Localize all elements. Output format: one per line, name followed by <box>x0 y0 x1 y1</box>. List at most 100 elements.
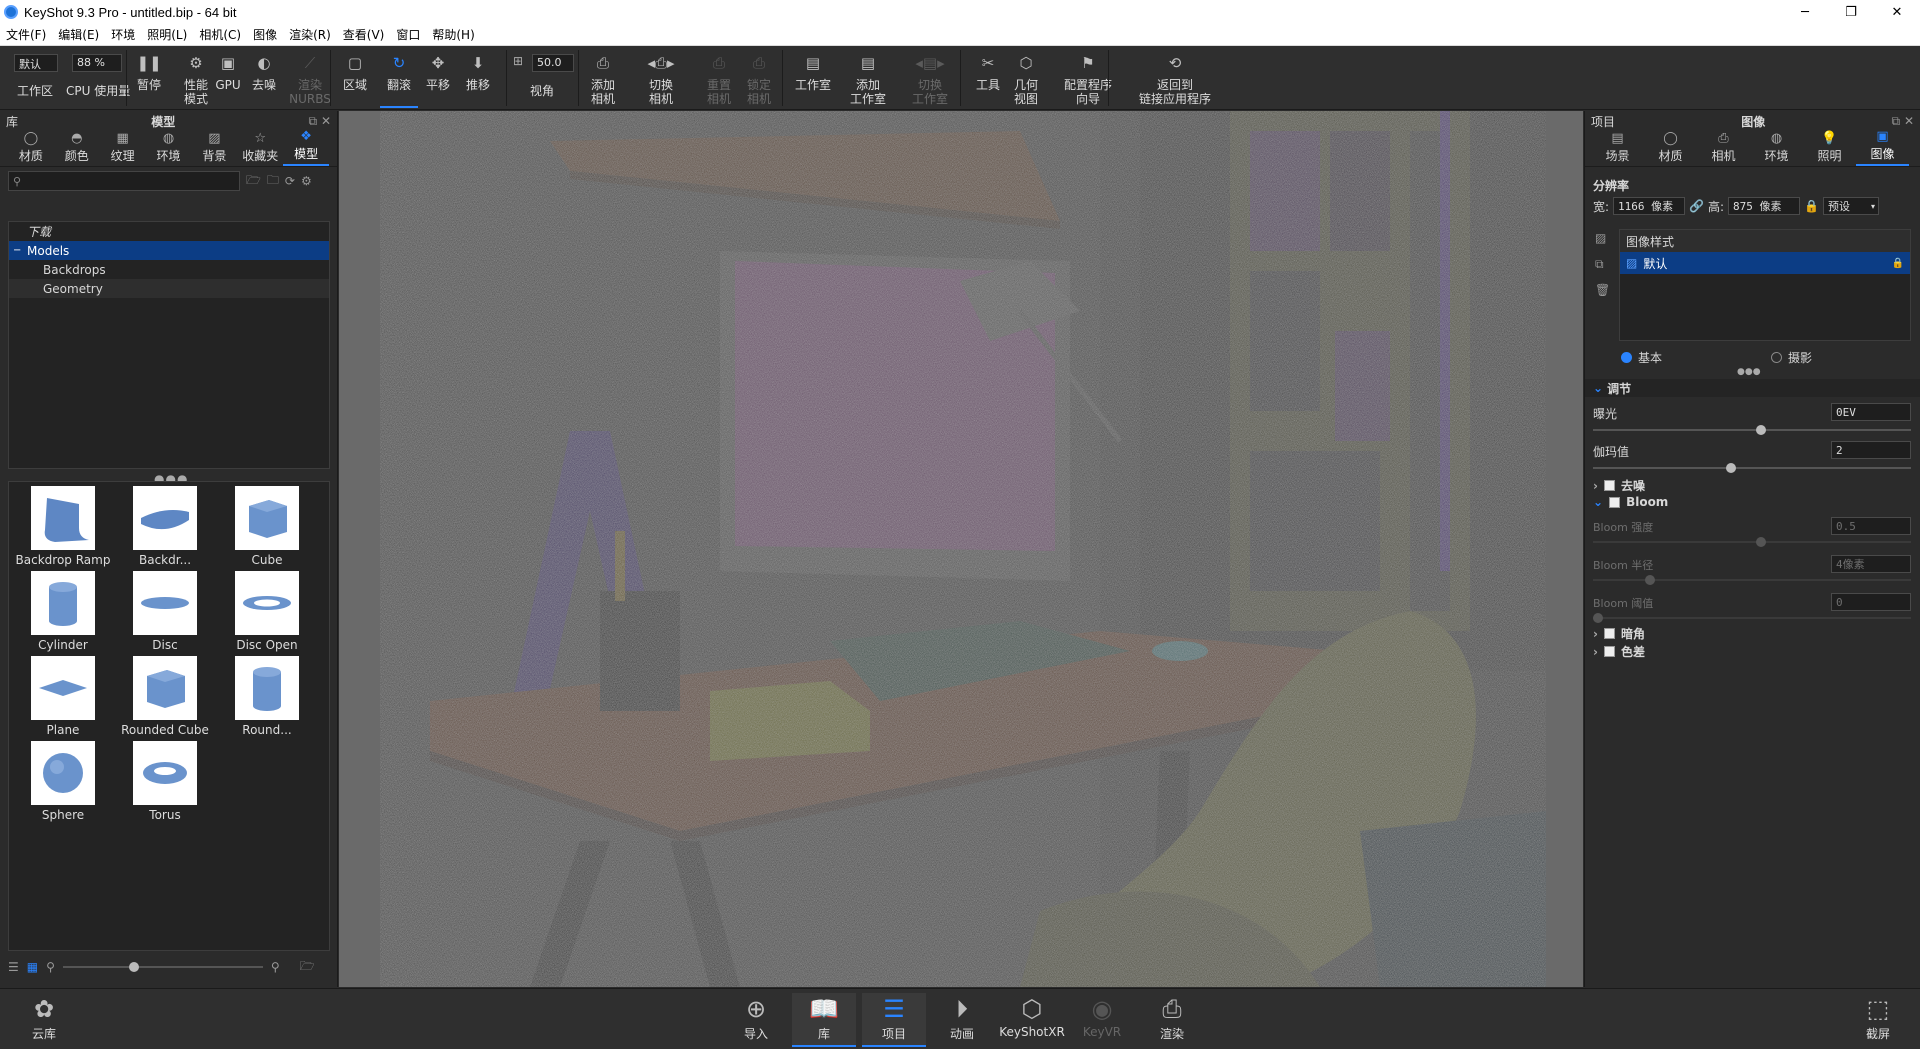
menu-window[interactable]: 窗口 <box>390 26 426 43</box>
library-tab[interactable]: ▨ 背景 <box>191 131 237 166</box>
lock-icon[interactable]: 🔒 <box>1892 258 1904 269</box>
exposure-slider[interactable] <box>1593 425 1911 435</box>
chromatic-aberration-checkbox[interactable] <box>1603 646 1615 657</box>
menu-environment[interactable]: 环境 <box>105 26 141 43</box>
ribbon-button[interactable]: ⏵ 动画 <box>930 993 994 1047</box>
toolbar-reset-camera-button[interactable]: ⎙ 重置 相机 <box>700 48 738 108</box>
panel-close-icon[interactable]: ✕ <box>1904 114 1914 128</box>
menu-render[interactable]: 渲染(R) <box>283 26 337 43</box>
ribbon-button[interactable]: ⎙ 渲染 <box>1140 993 1204 1047</box>
toolbar-denoise-button[interactable]: ◐ 去噪 <box>248 48 280 108</box>
bloom-intensity-slider[interactable] <box>1593 537 1911 547</box>
project-tab[interactable]: ▤ 场景 <box>1591 131 1644 166</box>
toolbar-switch-camera-button[interactable]: ◂⎙▸ 切换 相机 <box>640 48 682 108</box>
bloom-intensity-input[interactable]: 0.5 <box>1831 517 1911 535</box>
menu-help[interactable]: 帮助(H) <box>426 26 480 43</box>
cloud-library-button[interactable]: ✿ 云库 <box>12 993 76 1047</box>
bloom-threshold-input[interactable]: 0 <box>1831 593 1911 611</box>
toolbar-pause-button[interactable]: ❚❚ 暂停 <box>135 48 163 108</box>
vignette-checkbox[interactable] <box>1603 628 1615 639</box>
model-thumbnail[interactable]: Sphere <box>13 741 113 825</box>
workspace-select[interactable]: 默认 <box>14 54 58 72</box>
screenshot-button[interactable]: ⬚ 截屏 <box>1846 993 1910 1047</box>
ribbon-button[interactable]: ⊕ 导入 <box>724 993 788 1047</box>
library-tab[interactable]: ◍ 环境 <box>146 131 192 166</box>
basic-mode-radio[interactable] <box>1621 352 1632 363</box>
gamma-slider[interactable] <box>1593 463 1911 473</box>
refresh-icon[interactable]: ⟳ <box>285 174 295 188</box>
chevron-right-icon[interactable]: › <box>1593 627 1598 641</box>
bloom-checkbox[interactable] <box>1609 496 1621 508</box>
lock-icon[interactable]: 🔒 <box>1804 199 1819 213</box>
folder-add-icon[interactable]: 🗀 <box>267 171 279 192</box>
chevron-right-icon[interactable]: › <box>1593 479 1598 493</box>
fov-input[interactable]: 50.0 <box>532 54 574 72</box>
gamma-input[interactable]: 2 <box>1831 441 1911 459</box>
toolbar-perf-button[interactable]: ⚙ 性能 模式 <box>176 48 216 108</box>
toolbar-pan-button[interactable]: ✥ 平移 <box>420 48 456 108</box>
bloom-radius-input[interactable]: 4像素 <box>1831 555 1911 573</box>
project-tab[interactable]: 💡 照明 <box>1803 131 1856 166</box>
toolbar-lock-camera-button[interactable]: ⎙ 锁定 相机 <box>740 48 778 108</box>
toolbar-tools-button[interactable]: ✂ 工具 <box>970 48 1006 108</box>
menu-lighting[interactable]: 照明(L) <box>141 26 193 43</box>
tree-item[interactable]: Geometry <box>9 279 329 298</box>
menu-file[interactable]: 文件(F) <box>0 26 52 43</box>
minimize-button[interactable]: ─ <box>1782 0 1828 24</box>
chevron-down-icon[interactable]: ⌄ <box>1593 495 1603 509</box>
library-tab[interactable]: ▦ 纹理 <box>100 131 146 166</box>
project-tab[interactable]: ◍ 环境 <box>1750 131 1803 166</box>
splitter-handle[interactable]: ●●● <box>1737 367 1761 377</box>
link-icon[interactable]: 🔗 <box>1689 199 1704 213</box>
toolbar-geo-view-button[interactable]: ⬡ 几何 视图 <box>1008 48 1044 108</box>
menu-camera[interactable]: 相机(C) <box>193 26 247 43</box>
ribbon-button[interactable]: ☰ 项目 <box>862 993 926 1047</box>
library-tab[interactable]: ◓ 颜色 <box>54 131 100 166</box>
toolbar-return-linked-button[interactable]: ⟲ 返回到 链接应用程序 <box>1122 48 1228 108</box>
photo-mode-radio[interactable] <box>1771 352 1782 363</box>
tree-item[interactable]: − Models <box>9 241 329 260</box>
model-thumbnail[interactable]: Disc <box>115 571 215 655</box>
menu-edit[interactable]: 编辑(E) <box>52 26 105 43</box>
ribbon-button[interactable]: 📖 库 <box>792 993 856 1047</box>
model-thumbnail[interactable]: Disc Open <box>217 571 317 655</box>
menu-image[interactable]: 图像 <box>247 26 283 43</box>
bloom-radius-slider[interactable] <box>1593 575 1911 585</box>
ribbon-button[interactable]: ◉ KeyVR <box>1070 993 1134 1047</box>
cpu-usage-select[interactable]: 88 % <box>72 54 122 72</box>
toolbar-dolly-button[interactable]: ⬇ 推移 <box>460 48 496 108</box>
model-thumbnail[interactable]: Cube <box>217 486 317 570</box>
adjust-section[interactable]: ⌄ 调节 <box>1585 379 1920 397</box>
delete-style-icon[interactable]: 🗑 <box>1595 283 1610 297</box>
project-tab[interactable]: ◯ 材质 <box>1644 131 1697 166</box>
model-thumbnail[interactable]: Cylinder <box>13 571 113 655</box>
toolbar-gpu-button[interactable]: ▣ GPU <box>212 48 244 108</box>
new-style-icon[interactable]: ▨ <box>1595 231 1606 245</box>
toolbar-region-button[interactable]: ▢ 区域 <box>338 48 372 108</box>
folder-open-icon[interactable]: 🗁 <box>246 171 261 192</box>
exposure-input[interactable]: 0EV <box>1831 403 1911 421</box>
ribbon-button[interactable]: ⬡ KeyShotXR <box>999 993 1065 1047</box>
model-thumbnail[interactable]: Plane <box>13 656 113 740</box>
tree-item[interactable]: Backdrops <box>9 260 329 279</box>
chevron-right-icon[interactable]: › <box>1593 645 1598 659</box>
image-style-item[interactable]: ▨ 默认 🔒 <box>1620 252 1910 274</box>
denoise-checkbox[interactable] <box>1603 480 1615 491</box>
maximize-button[interactable]: ❐ <box>1828 0 1874 24</box>
model-thumbnail[interactable]: Backdrop Ramp <box>13 486 113 570</box>
library-tab[interactable]: ☆ 收藏夹 <box>237 131 283 166</box>
render-viewport[interactable] <box>380 111 1546 987</box>
duplicate-style-icon[interactable]: ⧉ <box>1595 257 1604 272</box>
height-input[interactable]: 875 像素 <box>1728 197 1801 215</box>
close-button[interactable]: ✕ <box>1874 0 1920 24</box>
toolbar-nurbs-button[interactable]: ⟋ 渲染 NURBS <box>289 48 331 108</box>
bloom-threshold-slider[interactable] <box>1593 613 1911 623</box>
toolbar-add-studio-button[interactable]: ▤ 添加 工作室 <box>846 48 890 108</box>
library-tab[interactable]: ❖ 模型 <box>283 129 330 166</box>
toolbar-add-camera-button[interactable]: ⎙ 添加 相机 <box>584 48 622 108</box>
project-tab[interactable]: ▣ 图像 <box>1856 129 1909 166</box>
menu-view[interactable]: 查看(V) <box>337 26 391 43</box>
project-tab[interactable]: ⎙ 相机 <box>1697 131 1750 166</box>
tree-item[interactable]: 下载 <box>9 222 329 241</box>
preset-select[interactable]: 预设 ▾ <box>1823 197 1879 215</box>
